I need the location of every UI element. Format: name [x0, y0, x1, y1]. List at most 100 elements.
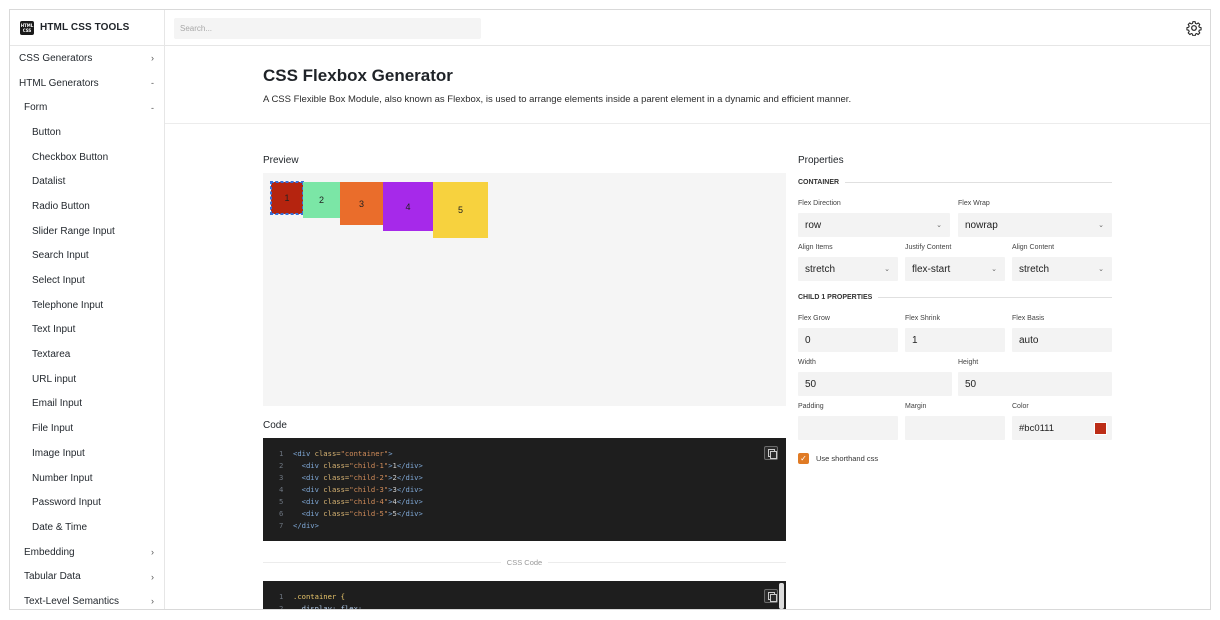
height-input[interactable]: 50 — [958, 372, 1112, 396]
code-line: 6 <div class= "child-5" >5 </div> — [279, 508, 786, 520]
sidebar-item-label: File Input — [32, 423, 74, 435]
html-code-lines: 1 <div class= "container" >2 <div class= "ch… — [279, 448, 786, 532]
align-content-select[interactable]: stretch ⌄ — [1012, 257, 1112, 281]
gear-icon[interactable] — [1186, 20, 1202, 36]
shorthand-checkbox[interactable]: ✓ Use shorthand css — [798, 453, 878, 464]
line-number: 4 — [279, 485, 284, 494]
css-code-heading: CSS Code — [506, 557, 543, 567]
preview-label: Preview — [263, 155, 299, 166]
sidebar-item[interactable]: File Input — [10, 416, 164, 441]
align-content-label: Align Content — [1012, 244, 1055, 251]
sidebar-item-label: CSS Generators — [19, 52, 93, 64]
sidebar-item[interactable]: Tabular Data › — [10, 564, 164, 589]
flex-basis-label: Flex Basis — [1012, 315, 1045, 322]
align-items-select[interactable]: stretch ⌄ — [798, 257, 898, 281]
line-number: 5 — [279, 497, 284, 506]
sidebar-item[interactable]: CSS Generators › — [10, 46, 164, 71]
app-window: HTML CSS HTML CSS TOOLS CSS Generators › H… — [9, 9, 1211, 610]
sidebar-item-label: Button — [32, 126, 61, 138]
html-code-block[interactable]: 1 <div class= "container" >2 <div class= "ch… — [263, 438, 786, 541]
flex-wrap-select[interactable]: nowrap ⌄ — [958, 213, 1112, 237]
flex-child-5[interactable]: 5 — [433, 182, 488, 238]
code-line: 7 </div> — [279, 520, 786, 532]
code-string: "child-4" — [349, 497, 389, 506]
flex-child-4[interactable]: 4 — [383, 182, 433, 231]
align-items-value: stretch — [805, 263, 836, 275]
css-property: display: flex; — [293, 604, 363, 610]
color-swatch[interactable] — [1094, 422, 1107, 435]
sidebar-item-label: Password Input — [32, 497, 101, 509]
chevron-down-icon: ⌄ — [991, 266, 997, 273]
code-tag: <div — [301, 461, 324, 470]
color-input[interactable]: #bc0111 — [1012, 416, 1112, 440]
css-code-block[interactable]: 1 .container {2 display: flex; — [263, 581, 786, 610]
line-number: 7 — [279, 521, 284, 530]
sidebar-item[interactable]: Password Input — [10, 490, 164, 515]
width-input[interactable]: 50 — [798, 372, 952, 396]
copy-icon[interactable] — [764, 446, 778, 460]
sidebar-item[interactable]: HTML Generators - — [10, 71, 164, 96]
search-input[interactable] — [174, 18, 481, 39]
sidebar-item[interactable]: Search Input — [10, 244, 164, 269]
sidebar-item[interactable]: Radio Button — [10, 194, 164, 219]
check-icon[interactable]: ✓ — [798, 453, 809, 464]
code-attr: class= — [323, 461, 350, 470]
flex-direction-label: Flex Direction — [798, 200, 841, 207]
divider-line — [845, 182, 1112, 183]
flex-child-3[interactable]: 3 — [340, 182, 383, 225]
sidebar-item[interactable]: URL input — [10, 367, 164, 392]
page-subtitle: A CSS Flexible Box Module, also known as… — [263, 94, 852, 105]
flex-grow-input[interactable]: 0 — [798, 328, 898, 352]
chevron-right-icon: › — [151, 547, 154, 558]
code-tag: </div> — [396, 473, 423, 482]
sidebar-item[interactable]: Textarea — [10, 342, 164, 367]
sidebar-item-label: Telephone Input — [32, 299, 104, 311]
logo-text: HTML CSS TOOLS — [40, 22, 130, 33]
sidebar-item-label: Radio Button — [32, 200, 90, 212]
flex-child-1[interactable]: 1 — [270, 181, 304, 215]
flex-grow-label: Flex Grow — [798, 315, 830, 322]
code-scrollbar[interactable] — [779, 583, 784, 609]
sidebar-item[interactable]: Text-Level Semantics › — [10, 589, 164, 609]
flex-child-2[interactable]: 2 — [303, 182, 340, 218]
logo[interactable]: HTML CSS HTML CSS TOOLS — [10, 10, 164, 46]
sidebar-item[interactable]: Checkbox Button — [10, 145, 164, 170]
sidebar-item[interactable]: Slider Range Input — [10, 219, 164, 244]
sidebar-item[interactable]: Datalist — [10, 169, 164, 194]
sidebar-item-label: Tabular Data — [24, 571, 81, 583]
margin-input[interactable] — [905, 416, 1005, 440]
page-header: CSS Flexbox Generator A CSS Flexible Box… — [165, 46, 1210, 124]
sidebar-item[interactable]: Date & Time — [10, 515, 164, 540]
flex-basis-input[interactable]: auto — [1012, 328, 1112, 352]
flex-direction-select[interactable]: row ⌄ — [798, 213, 950, 237]
code-tag: <div — [301, 509, 324, 518]
sidebar-item[interactable]: Embedding › — [10, 540, 164, 565]
sidebar-item[interactable]: Image Input — [10, 441, 164, 466]
sidebar-item[interactable]: Email Input — [10, 392, 164, 417]
sidebar-item-label: Checkbox Button — [32, 151, 109, 163]
padding-input[interactable] — [798, 416, 898, 440]
sidebar-item[interactable]: Select Input — [10, 268, 164, 293]
color-label: Color — [1012, 403, 1029, 410]
chevron-down-icon: ⌄ — [1098, 266, 1104, 273]
sidebar-item-label: Embedding — [24, 546, 75, 558]
sidebar-item[interactable]: Number Input — [10, 466, 164, 491]
sidebar-item[interactable]: Telephone Input — [10, 293, 164, 318]
code-tag: </div> — [396, 485, 423, 494]
page-title: CSS Flexbox Generator — [263, 66, 453, 85]
sidebar-item[interactable]: Text Input — [10, 318, 164, 343]
sidebar-item[interactable]: Button — [10, 120, 164, 145]
sidebar-nav: CSS Generators › HTML Generators - Form - Butt… — [10, 46, 164, 609]
flex-shrink-input[interactable]: 1 — [905, 328, 1005, 352]
code-line: 2 <div class= "child-1" >1 </div> — [279, 460, 786, 472]
container-heading-text: CONTAINER — [798, 179, 840, 186]
sidebar-item[interactable]: Form - — [10, 95, 164, 120]
child-heading-text: CHILD 1 PROPERTIES — [798, 294, 873, 301]
copy-icon[interactable] — [764, 589, 778, 603]
justify-content-select[interactable]: flex-start ⌄ — [905, 257, 1005, 281]
sidebar-item-label: Image Input — [32, 447, 85, 459]
align-items-label: Align Items — [798, 244, 833, 251]
sidebar-item-label: Form — [24, 102, 48, 114]
sidebar: HTML CSS HTML CSS TOOLS CSS Generators › H… — [10, 10, 165, 609]
